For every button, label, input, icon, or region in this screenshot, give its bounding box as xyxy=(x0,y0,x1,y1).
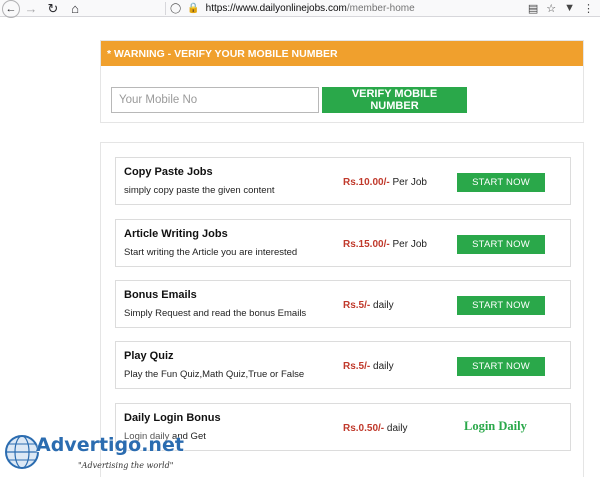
lock-icon: 🔒 xyxy=(187,2,200,14)
job-description: simply copy paste the given content xyxy=(124,185,275,196)
job-card-bonus-emails: Bonus Emails Simply Request and read the… xyxy=(115,280,571,328)
job-price: Rs.10.00/- xyxy=(343,177,390,188)
back-arrow-icon[interactable]: ← xyxy=(2,0,20,18)
browser-toolbar: ← → ↻ ⌂ ◯ 🔒 https://www.dailyonlinejobs.… xyxy=(0,0,600,18)
job-price: Rs.15.00/- xyxy=(343,239,390,250)
watermark-brand: Advertigo.net xyxy=(36,434,184,456)
job-rate-unit: daily xyxy=(370,361,394,372)
job-price: Rs.5/- xyxy=(343,361,371,372)
job-description: Start writing the Article you are intere… xyxy=(124,247,298,258)
reload-icon[interactable]: ↻ xyxy=(42,0,64,17)
verify-mobile-panel: * WARNING - VERIFY YOUR MOBILE NUMBER VE… xyxy=(100,40,584,123)
toolbar-divider xyxy=(165,2,166,15)
job-rate: Rs.15.00/- Per Job xyxy=(343,239,427,250)
watermark-tagline: "Advertising the world" xyxy=(78,461,174,470)
jobs-panel: Copy Paste Jobs simply copy paste the gi… xyxy=(100,142,584,477)
job-price: Rs.0.50/- xyxy=(343,423,385,434)
address-bar[interactable]: ◯ 🔒 https://www.dailyonlinejobs.com/memb… xyxy=(170,0,520,16)
mobile-number-input[interactable] xyxy=(111,87,319,113)
job-price: Rs.5/- xyxy=(343,300,371,311)
job-rate-unit: Per Job xyxy=(389,177,427,188)
forward-arrow-icon[interactable]: → xyxy=(20,0,42,17)
verify-mobile-button[interactable]: VERIFY MOBILE NUMBER xyxy=(322,87,467,113)
home-icon[interactable]: ⌂ xyxy=(64,0,86,17)
job-rate: Rs.10.00/- Per Job xyxy=(343,177,427,188)
job-description: Play the Fun Quiz,Math Quiz,True or Fals… xyxy=(124,369,305,380)
bookmark-star-icon[interactable]: ☆ xyxy=(546,2,556,15)
start-now-button[interactable]: START NOW xyxy=(457,357,545,376)
job-rate-unit: daily xyxy=(370,300,394,311)
pocket-icon[interactable]: ▼ xyxy=(564,2,575,14)
shield-icon: ◯ xyxy=(170,2,182,14)
job-card-copy-paste: Copy Paste Jobs simply copy paste the gi… xyxy=(115,157,571,205)
start-now-button[interactable]: START NOW xyxy=(457,296,545,315)
url-host: https://www.dailyonlinejobs.com xyxy=(205,2,347,14)
job-card-play-quiz: Play Quiz Play the Fun Quiz,Math Quiz,Tr… xyxy=(115,341,571,389)
browser-right-tools: ▤ ☆ ▼ ⋮ xyxy=(528,0,600,16)
job-rate: Rs.0.50/- daily xyxy=(343,423,408,434)
reader-view-icon[interactable]: ▤ xyxy=(528,2,538,15)
start-now-button[interactable]: START NOW xyxy=(457,173,545,192)
start-now-button[interactable]: START NOW xyxy=(457,235,545,254)
login-daily-link[interactable]: Login Daily xyxy=(464,419,527,434)
job-rate-unit: Per Job xyxy=(389,239,427,250)
job-card-article-writing: Article Writing Jobs Start writing the A… xyxy=(115,219,571,267)
job-title: Copy Paste Jobs xyxy=(124,166,213,178)
job-title: Article Writing Jobs xyxy=(124,228,228,240)
job-title: Play Quiz xyxy=(124,350,174,362)
job-description: Simply Request and read the bonus Emails xyxy=(124,308,307,319)
menu-icon[interactable]: ⋮ xyxy=(583,2,594,15)
job-rate: Rs.5/- daily xyxy=(343,300,394,311)
warning-banner: * WARNING - VERIFY YOUR MOBILE NUMBER xyxy=(101,41,583,66)
job-rate-unit: daily xyxy=(384,423,408,434)
url-path: /member-home xyxy=(346,2,415,14)
job-title: Bonus Emails xyxy=(124,289,197,301)
job-rate: Rs.5/- daily xyxy=(343,361,394,372)
advertigo-watermark: Advertigo.net "Advertising the world" xyxy=(2,430,184,477)
job-title: Daily Login Bonus xyxy=(124,412,221,424)
